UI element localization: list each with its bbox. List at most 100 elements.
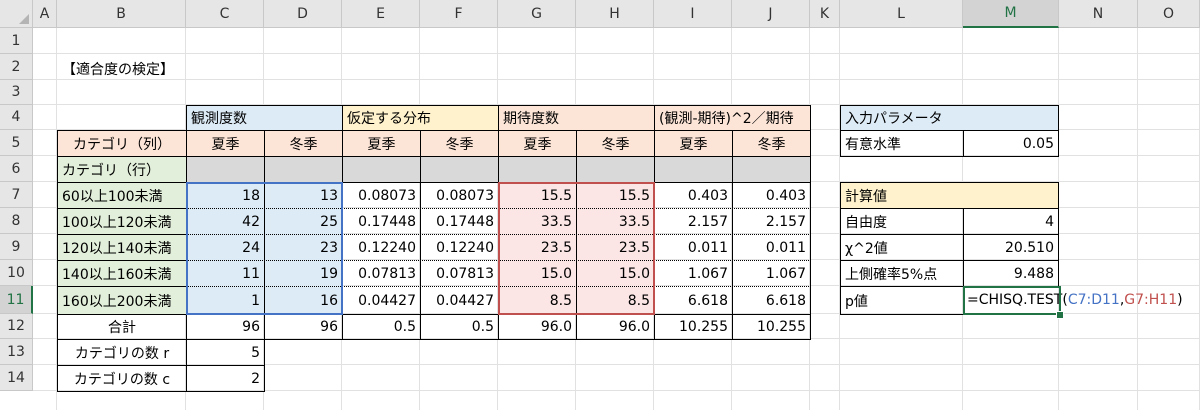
total-cell-e[interactable]: 0.5 [342,314,421,340]
data-cell-f[interactable]: 0.04427 [420,286,499,315]
column-header-D[interactable]: D [264,0,342,28]
alpha-label[interactable]: 有意水準 [840,130,964,157]
data-cell-f[interactable]: 0.08073 [420,182,499,209]
column-header-L[interactable]: L [840,0,963,28]
empty-gray-cell[interactable] [264,156,343,183]
empty-gray-cell[interactable] [420,156,499,183]
chi2-value[interactable]: 20.510 [963,234,1059,261]
column-header-F[interactable]: F [420,0,498,28]
count-r-label[interactable]: カテゴリの数 r [57,339,187,366]
data-cell-i[interactable]: 1.067 [654,260,733,287]
group-observed[interactable]: 観測度数 [186,105,343,131]
row-header-12[interactable]: 12 [0,314,33,339]
data-cell-c[interactable]: 42 [186,208,265,235]
data-cell-h[interactable]: 15.5 [576,182,655,209]
data-cell-j[interactable]: 2.157 [732,208,811,235]
row-label[interactable]: 120以上140未満 [57,234,187,261]
data-cell-g[interactable]: 15.5 [498,182,577,209]
data-cell-e[interactable]: 0.07813 [342,260,421,287]
season-summer-header[interactable]: 夏季 [498,130,577,157]
column-header-M[interactable]: M [963,0,1059,28]
row-header-2[interactable]: 2 [0,54,33,80]
row-header-14[interactable]: 14 [0,365,33,391]
row-header-7[interactable]: 7 [0,182,33,208]
data-cell-g[interactable]: 33.5 [498,208,577,235]
column-header-O[interactable]: O [1138,0,1200,28]
row-label[interactable]: 60以上100未満 [57,182,187,209]
data-cell-f[interactable]: 0.17448 [420,208,499,235]
season-winter-header[interactable]: 冬季 [264,130,343,157]
total-cell-i[interactable]: 10.255 [654,314,733,340]
data-cell-e[interactable]: 0.04427 [342,286,421,315]
data-cell-d[interactable]: 19 [264,260,343,287]
df-value[interactable]: 4 [963,208,1059,235]
row-label[interactable]: 160以上200未満 [57,286,187,315]
count-r-value[interactable]: 5 [186,339,265,366]
season-winter-header[interactable]: 冬季 [732,130,811,157]
empty-gray-cell[interactable] [576,156,655,183]
column-header-N[interactable]: N [1059,0,1138,28]
empty-gray-cell[interactable] [186,156,265,183]
data-cell-i[interactable]: 0.403 [654,182,733,209]
fill-handle[interactable] [1056,311,1064,319]
data-cell-i[interactable]: 2.157 [654,208,733,235]
column-header-H[interactable]: H [576,0,654,28]
col-category-label[interactable]: カテゴリ（列） [57,130,187,157]
chi2-label[interactable]: χ^2値 [840,234,964,261]
crit-value[interactable]: 9.488 [963,260,1059,287]
data-cell-h[interactable]: 15.0 [576,260,655,287]
df-label[interactable]: 自由度 [840,208,964,235]
data-cell-e[interactable]: 0.17448 [342,208,421,235]
column-header-A[interactable]: A [33,0,57,28]
row-header-3[interactable]: 3 [0,80,33,105]
total-cell-f[interactable]: 0.5 [420,314,499,340]
data-cell-h[interactable]: 8.5 [576,286,655,315]
total-cell-h[interactable]: 96.0 [576,314,655,340]
data-cell-c[interactable]: 18 [186,182,265,209]
season-winter-header[interactable]: 冬季 [576,130,655,157]
count-c-label[interactable]: カテゴリの数 c [57,365,187,392]
data-cell-d[interactable]: 16 [264,286,343,315]
data-cell-f[interactable]: 0.07813 [420,260,499,287]
season-winter-header[interactable]: 冬季 [420,130,499,157]
empty-gray-cell[interactable] [654,156,733,183]
column-header-B[interactable]: B [57,0,186,28]
data-cell-d[interactable]: 23 [264,234,343,261]
season-summer-header[interactable]: 夏季 [654,130,733,157]
data-cell-j[interactable]: 1.067 [732,260,811,287]
row-category-label[interactable]: カテゴリ（行） [57,156,187,183]
data-cell-j[interactable]: 6.618 [732,286,811,315]
column-header-J[interactable]: J [732,0,810,28]
row-label[interactable]: 100以上120未満 [57,208,187,235]
row-header-11[interactable]: 11 [0,286,33,314]
row-header-10[interactable]: 10 [0,260,33,286]
row-header-5[interactable]: 5 [0,130,33,156]
data-cell-g[interactable]: 23.5 [498,234,577,261]
season-summer-header[interactable]: 夏季 [342,130,421,157]
data-cell-f[interactable]: 0.12240 [420,234,499,261]
empty-gray-cell[interactable] [498,156,577,183]
data-cell-g[interactable]: 15.0 [498,260,577,287]
crit-label[interactable]: 上側確率5%点 [840,260,964,287]
column-header-E[interactable]: E [342,0,420,28]
p-label[interactable]: p値 [840,286,964,315]
total-cell-j[interactable]: 10.255 [732,314,811,340]
column-header-I[interactable]: I [654,0,732,28]
data-cell-i[interactable]: 0.011 [654,234,733,261]
p-value-formula-cell[interactable]: =CHISQ.TEST(C7:D11, G7:H11) [963,286,1183,315]
total-cell-d[interactable]: 96 [264,314,343,340]
data-cell-c[interactable]: 11 [186,260,265,287]
row-header-4[interactable]: 4 [0,105,33,130]
empty-gray-cell[interactable] [342,156,421,183]
column-header-G[interactable]: G [498,0,576,28]
group-assumed[interactable]: 仮定する分布 [342,105,499,131]
group-expected[interactable]: 期待度数 [498,105,655,131]
calc-header[interactable]: 計算値 [840,182,1059,209]
column-header-C[interactable]: C [186,0,264,28]
data-cell-h[interactable]: 33.5 [576,208,655,235]
data-cell-c[interactable]: 1 [186,286,265,315]
count-c-value[interactable]: 2 [186,365,265,392]
row-header-9[interactable]: 9 [0,234,33,260]
alpha-value[interactable]: 0.05 [963,130,1059,157]
select-all-button[interactable] [0,0,33,28]
